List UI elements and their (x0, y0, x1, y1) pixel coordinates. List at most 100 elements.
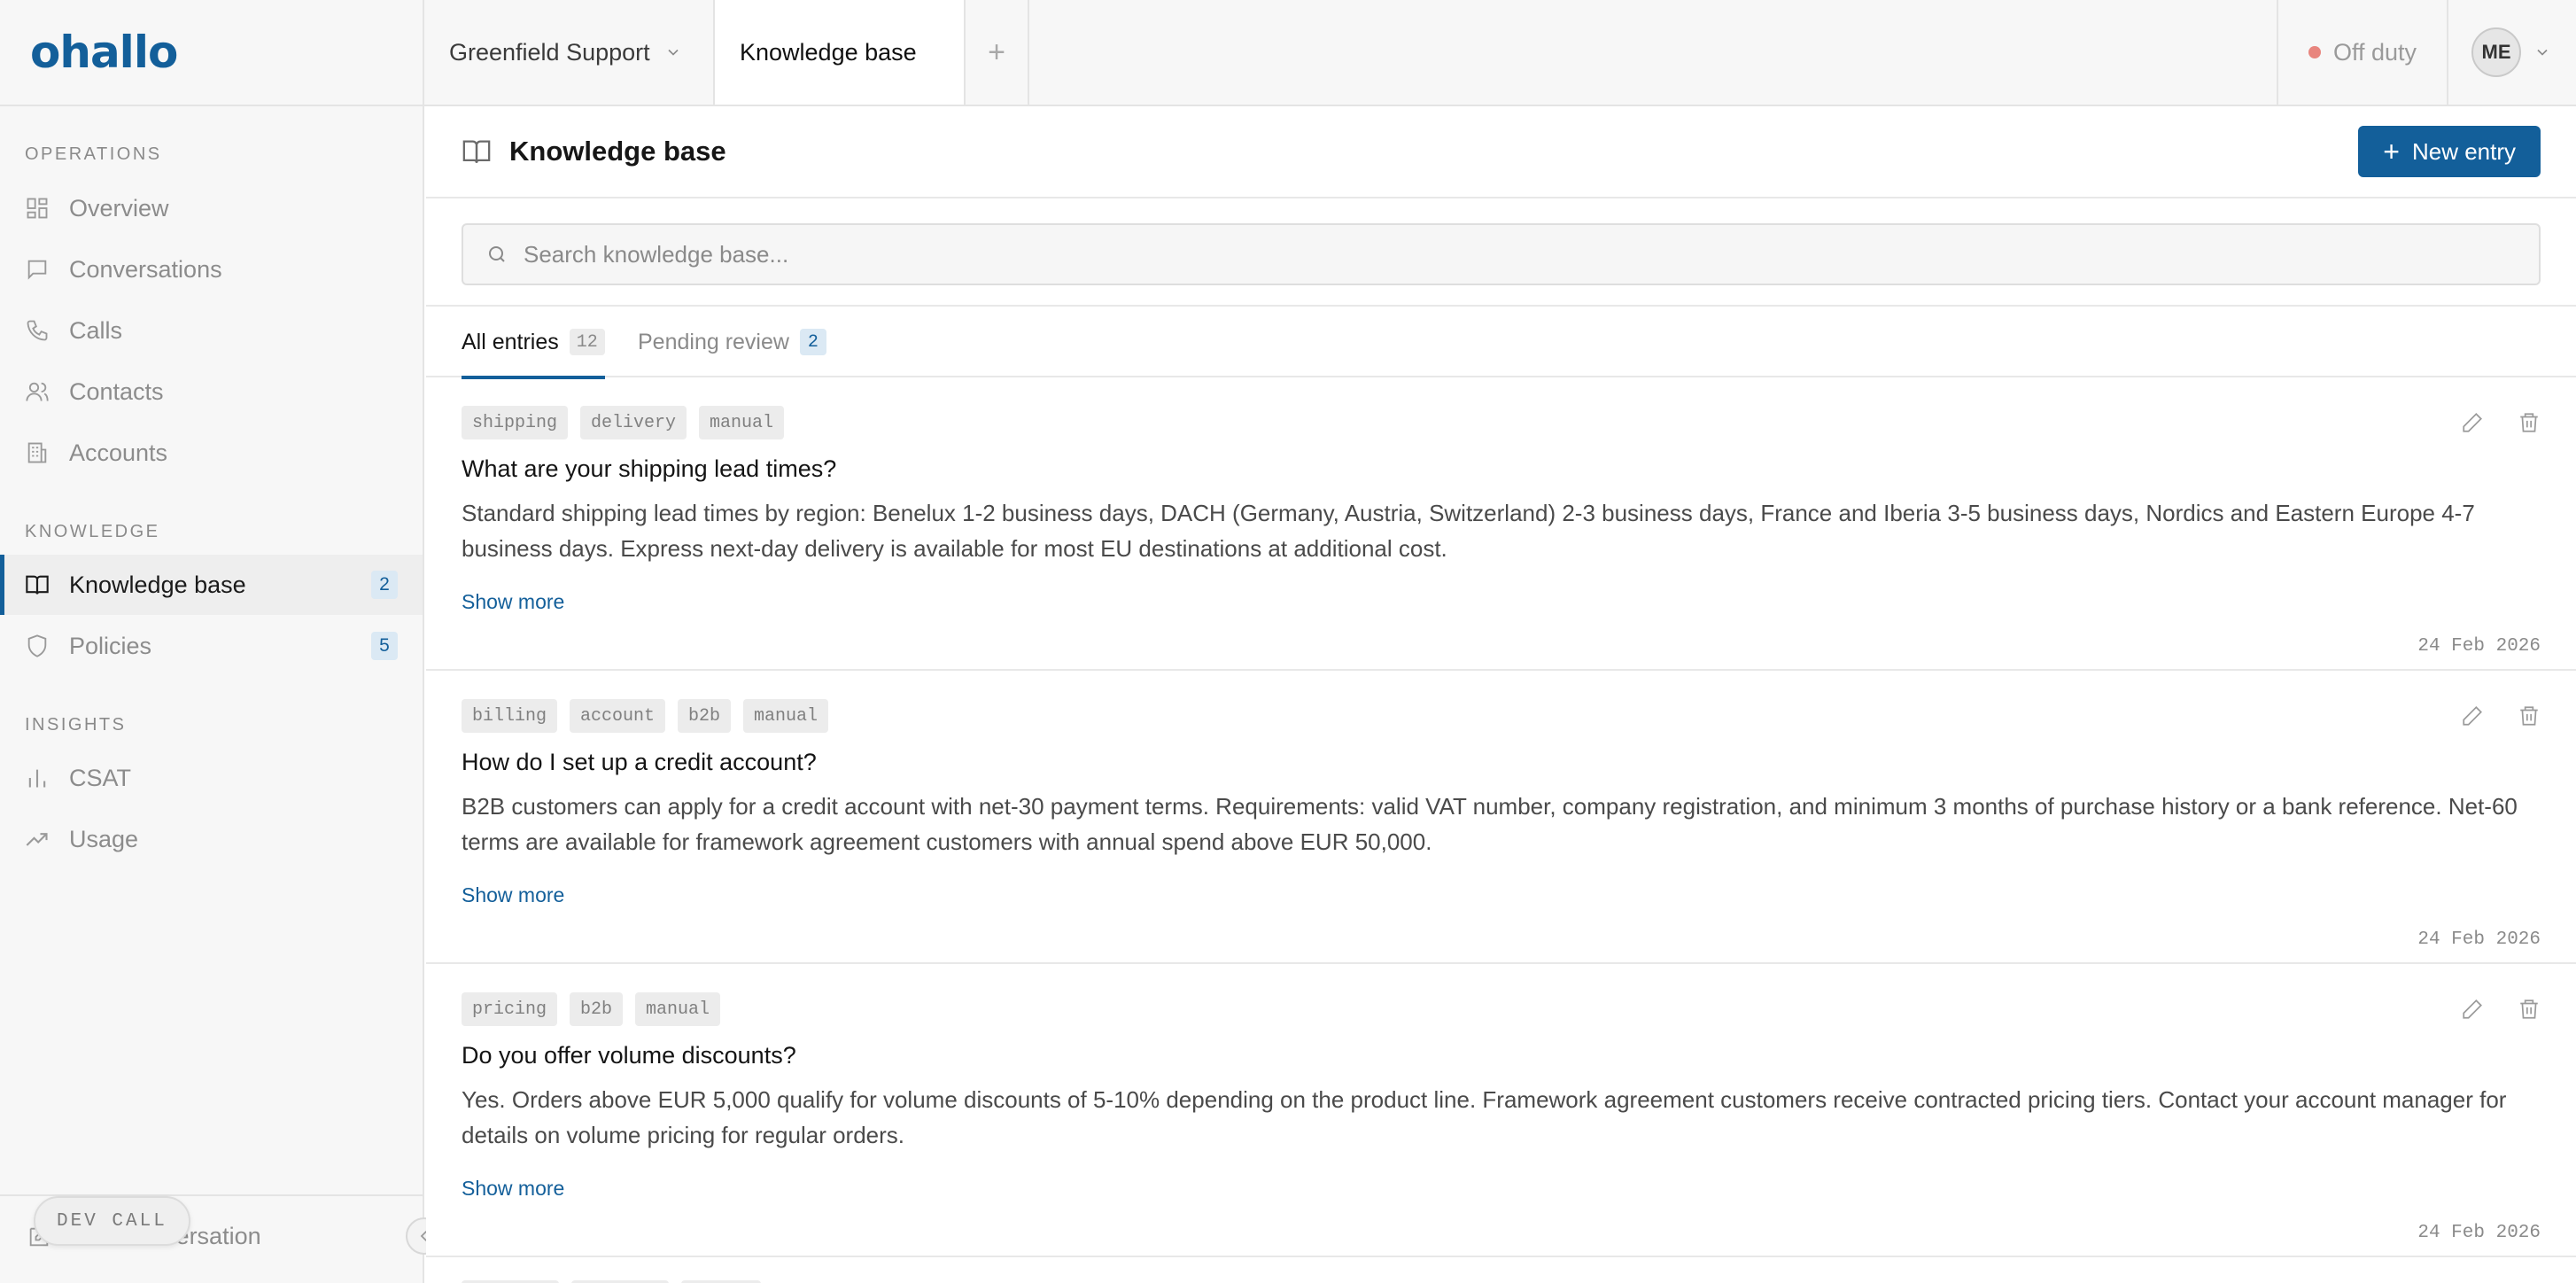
entry-card: shipping delivery manual What are your s… (426, 377, 2576, 671)
brand-logo[interactable]: ohallo (30, 27, 178, 78)
show-more-link[interactable]: Show more (462, 1177, 564, 1201)
entry-card: pricing b2b manual Do you offer volume d… (426, 964, 2576, 1257)
search-icon (489, 246, 505, 262)
tab-count: 12 (569, 329, 605, 355)
sidebar-item-label: Knowledge base (69, 571, 246, 598)
page-header: Knowledge base + New entry (426, 106, 2576, 198)
sidebar-item-csat[interactable]: CSAT (0, 748, 423, 808)
tag[interactable]: pricing (462, 992, 558, 1026)
tag[interactable]: manual (699, 406, 785, 439)
tab-label: Knowledge base (740, 38, 917, 66)
status-dot (2308, 46, 2321, 58)
pencil-icon (2463, 999, 2482, 1019)
workspace-switcher[interactable]: Greenfield Support (424, 0, 715, 105)
phone-icon (25, 318, 50, 343)
chevron-down-icon (668, 49, 679, 56)
page-title: Knowledge base (509, 136, 726, 167)
trash-icon (2520, 413, 2538, 432)
sidebar-item-knowledge-base[interactable]: Knowledge base 2 (0, 555, 423, 615)
nav-section-knowledge: KNOWLEDGE (25, 522, 160, 541)
sidebar-item-policies[interactable]: Policies 5 (0, 616, 423, 676)
tag[interactable]: delivery (580, 406, 687, 439)
sidebar: ohallo OPERATIONS Overview Conversations… (0, 0, 424, 1283)
chevron-down-icon (2537, 49, 2548, 56)
chat-icon (25, 257, 50, 282)
users-icon (25, 379, 50, 404)
entry-body: B2B customers can apply for a credit acc… (462, 793, 2518, 855)
sidebar-item-label: Overview (69, 194, 169, 222)
sidebar-item-label: CSAT (69, 764, 132, 791)
top-bar: Greenfield Support Knowledge base + Off … (424, 0, 2576, 106)
entry-date: 24 Feb 2026 (2417, 1223, 2541, 1243)
tab-knowledge-base[interactable]: Knowledge base (715, 0, 966, 105)
sidebar-item-overview[interactable]: Overview (0, 178, 423, 238)
nav-section-insights: INSIGHTS (25, 715, 127, 735)
show-more-link[interactable]: Show more (462, 590, 564, 614)
pencil-icon (2463, 413, 2482, 432)
count-badge: 5 (371, 632, 398, 660)
edit-button[interactable] (2461, 998, 2484, 1021)
entry-tags: pricing b2b manual (462, 992, 2541, 1026)
grid-icon (25, 196, 50, 221)
delete-button[interactable] (2518, 411, 2541, 434)
entry-card: billing account b2b manual How do I set … (426, 671, 2576, 964)
status-label: Off duty (2332, 38, 2417, 66)
main-content: Knowledge base + New entry All entries 1… (426, 106, 2576, 1283)
sidebar-item-label: Usage (69, 825, 139, 852)
avatar: ME (2471, 27, 2521, 77)
tag[interactable]: b2b (678, 699, 732, 733)
sidebar-item-contacts[interactable]: Contacts (0, 362, 423, 422)
entry-actions (2461, 998, 2541, 1021)
entry-date: 24 Feb 2026 (2417, 636, 2541, 657)
search-box[interactable] (462, 223, 2541, 285)
user-menu[interactable]: ME (2447, 0, 2576, 105)
tag[interactable]: account (570, 699, 666, 733)
book-icon (462, 140, 491, 163)
entry-card-partial (426, 1257, 2576, 1283)
tag[interactable]: manual (635, 992, 721, 1026)
search-input[interactable] (524, 240, 2539, 268)
pencil-icon (2463, 706, 2482, 726)
entry-date: 24 Feb 2026 (2417, 929, 2541, 950)
sidebar-item-label: Conversations (69, 255, 222, 283)
show-more-link[interactable]: Show more (462, 883, 564, 907)
sidebar-item-label: Policies (69, 632, 152, 659)
entry-title: Do you offer volume discounts? (462, 1042, 796, 1069)
plus-icon: + (988, 35, 1005, 69)
entry-actions (2461, 704, 2541, 727)
edit-button[interactable] (2461, 704, 2484, 727)
delete-button[interactable] (2518, 704, 2541, 727)
building-icon (25, 440, 50, 465)
tab-count: 2 (799, 329, 826, 355)
tag[interactable]: shipping (462, 406, 569, 439)
tab-label: Pending review (638, 329, 789, 354)
dev-call-button[interactable]: DEV CALL (34, 1196, 190, 1246)
trash-icon (2520, 999, 2538, 1019)
sidebar-item-usage[interactable]: Usage (0, 809, 423, 869)
entry-body: Standard shipping lead times by region: … (462, 500, 2475, 562)
new-entry-button[interactable]: + New entry (2358, 126, 2541, 177)
book-icon (25, 572, 50, 597)
tag[interactable]: manual (743, 699, 829, 733)
sidebar-item-label: Contacts (69, 377, 164, 405)
tab-all-entries[interactable]: All entries 12 (462, 307, 605, 379)
delete-button[interactable] (2518, 998, 2541, 1021)
trash-icon (2520, 706, 2538, 726)
edit-button[interactable] (2461, 411, 2484, 434)
tab-pending-review[interactable]: Pending review 2 (638, 307, 826, 377)
add-tab-button[interactable]: + (966, 0, 1029, 105)
entry-body: Yes. Orders above EUR 5,000 qualify for … (462, 1086, 2507, 1148)
status-toggle[interactable]: Off duty (2276, 0, 2447, 105)
tag[interactable]: billing (462, 699, 558, 733)
tab-label: All entries (462, 329, 559, 354)
sidebar-item-accounts[interactable]: Accounts (0, 423, 423, 483)
search-area (426, 198, 2576, 307)
entry-title: What are your shipping lead times? (462, 455, 837, 482)
entry-actions (2461, 411, 2541, 434)
tag[interactable]: b2b (570, 992, 624, 1026)
nav-section-operations: OPERATIONS (25, 144, 162, 164)
bar-chart-icon (25, 766, 50, 790)
sidebar-item-conversations[interactable]: Conversations (0, 239, 423, 299)
plus-icon: + (2383, 136, 2400, 167)
sidebar-item-calls[interactable]: Calls (0, 300, 423, 361)
